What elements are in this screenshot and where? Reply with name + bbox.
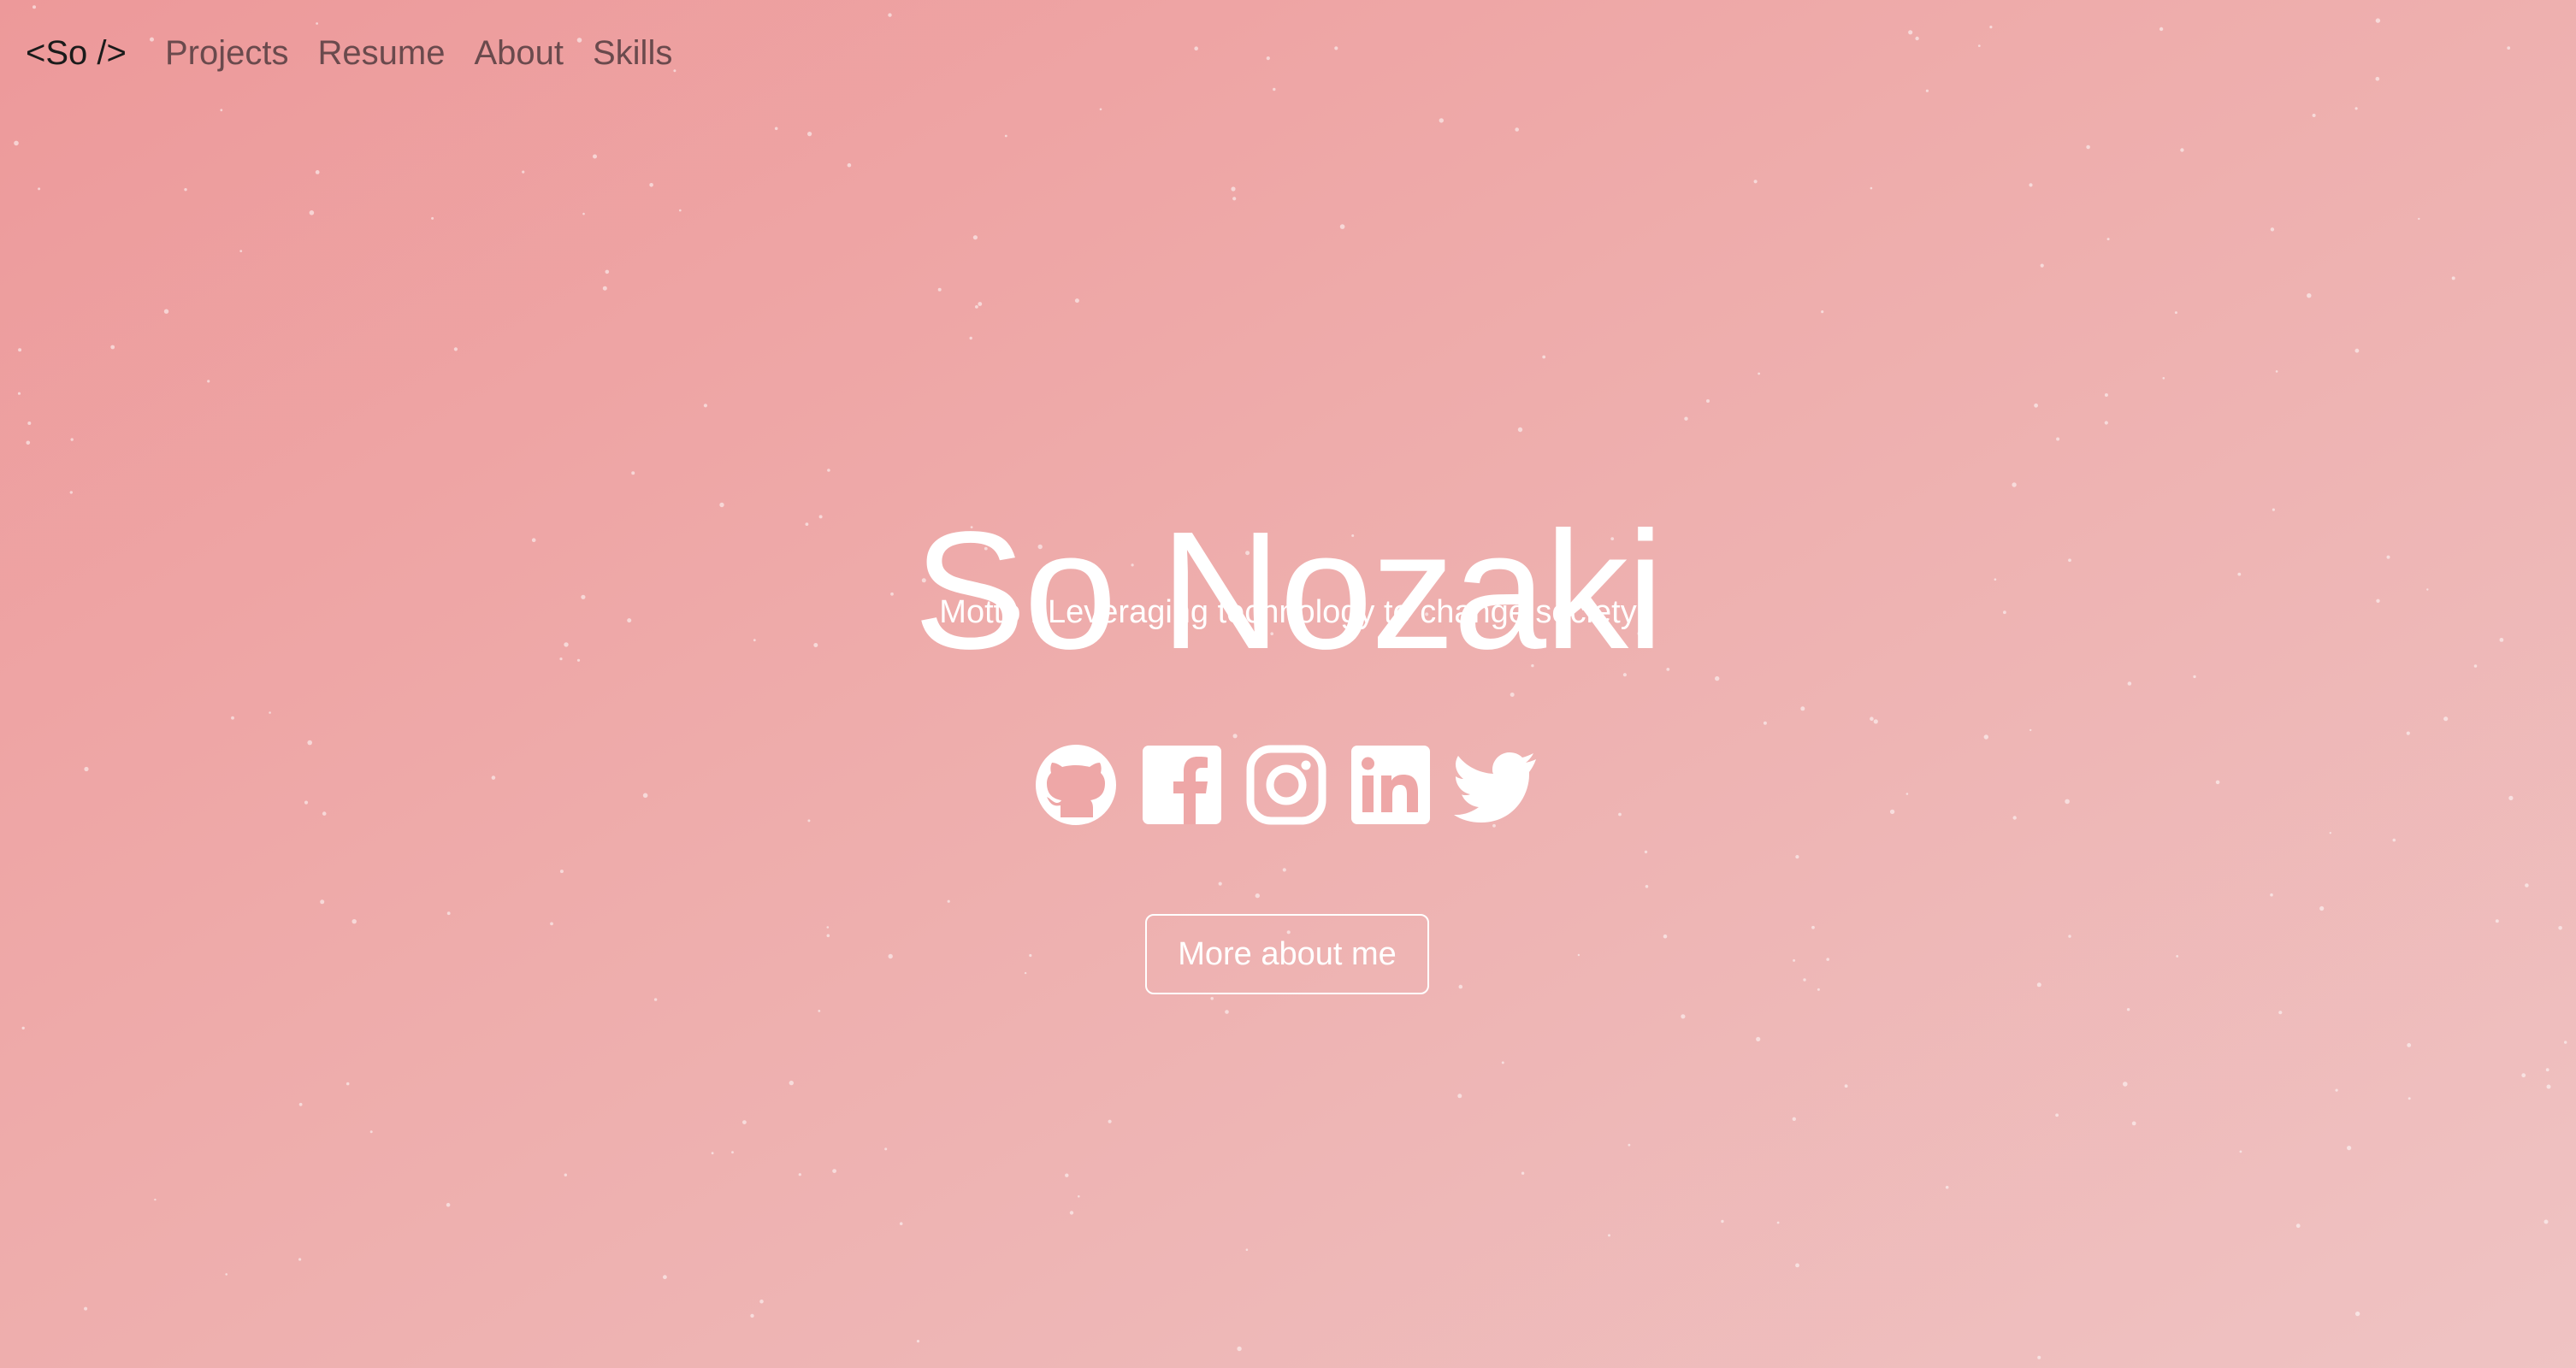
social-links [1033, 742, 1546, 828]
nav-link-about[interactable]: About [474, 29, 564, 77]
linkedin-icon [1351, 746, 1430, 824]
navbar: <So /> Projects Resume About Skills [0, 0, 2576, 106]
hero-section: So Nozaki Motto : Leveraging technology … [0, 0, 2576, 1368]
brand-logo[interactable]: <So /> [26, 29, 127, 77]
twitter-link[interactable] [1454, 742, 1539, 828]
nav-link-resume[interactable]: Resume [318, 29, 446, 77]
more-about-me-button[interactable]: More about me [1145, 914, 1429, 994]
facebook-icon [1143, 746, 1221, 824]
hero-motto: Motto : Leveraging technology to change … [939, 594, 1637, 630]
github-icon [1036, 745, 1116, 825]
facebook-link[interactable] [1139, 742, 1225, 828]
instagram-icon [1246, 745, 1326, 825]
linkedin-link[interactable] [1348, 742, 1433, 828]
github-link[interactable] [1033, 742, 1119, 828]
twitter-icon [1454, 752, 1536, 823]
nav-link-projects[interactable]: Projects [165, 29, 289, 77]
instagram-link[interactable] [1244, 742, 1329, 828]
nav-links: Projects Resume About Skills [165, 29, 672, 77]
nav-link-skills[interactable]: Skills [593, 29, 672, 77]
